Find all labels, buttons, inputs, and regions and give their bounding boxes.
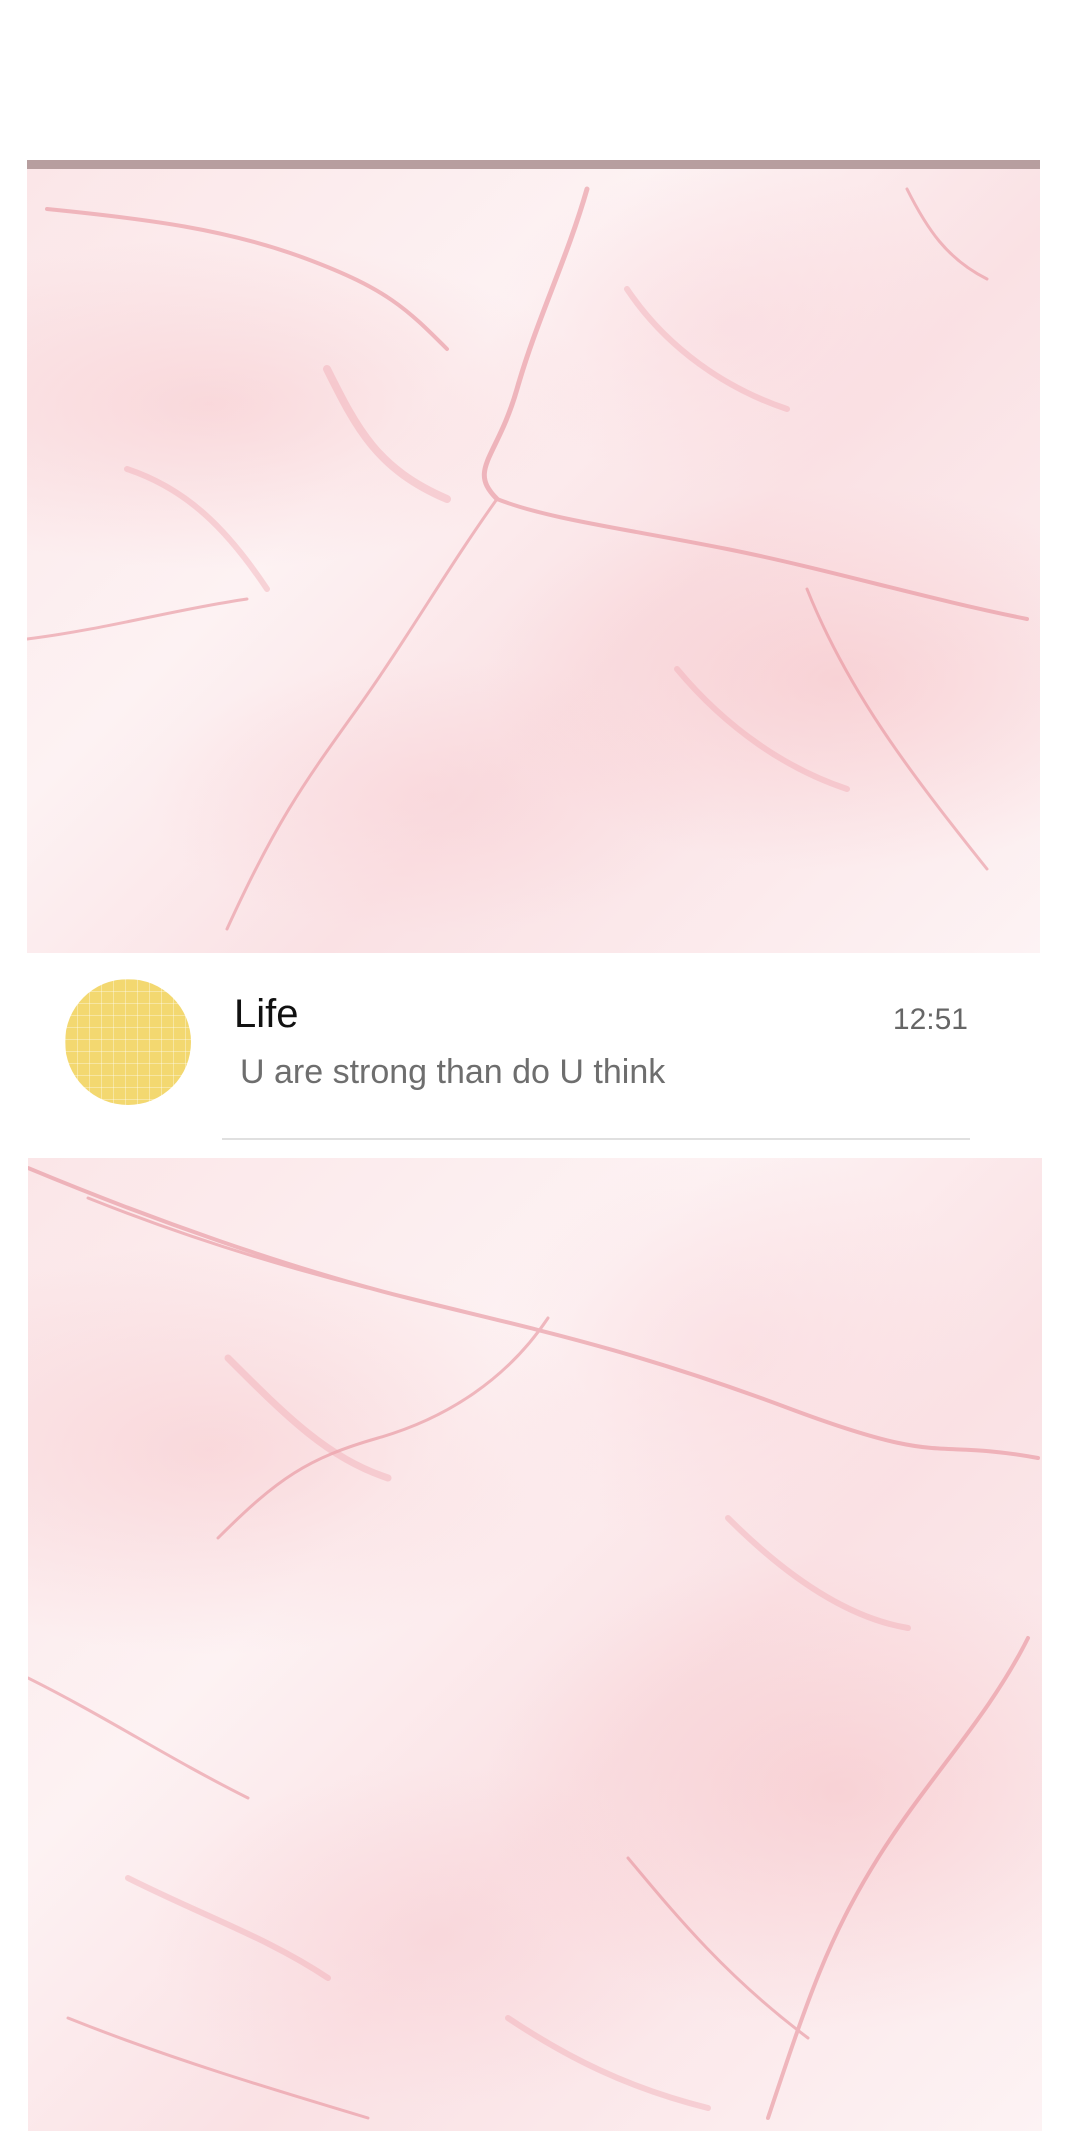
marble-image-top <box>27 160 1040 953</box>
marble-veins-top <box>27 186 1029 931</box>
marble-image-bottom <box>28 1158 1042 2131</box>
marble-veins-bottom <box>28 1166 1040 2120</box>
avatar[interactable] <box>65 979 191 1105</box>
chat-message-preview: U are strong than do U think <box>240 1053 666 1091</box>
chat-list-item[interactable]: Life 12:51 U are strong than do U think <box>0 950 1080 1150</box>
chat-timestamp: 12:51 <box>892 1003 968 1036</box>
divider <box>222 1138 970 1140</box>
chat-name: Life <box>234 992 299 1036</box>
